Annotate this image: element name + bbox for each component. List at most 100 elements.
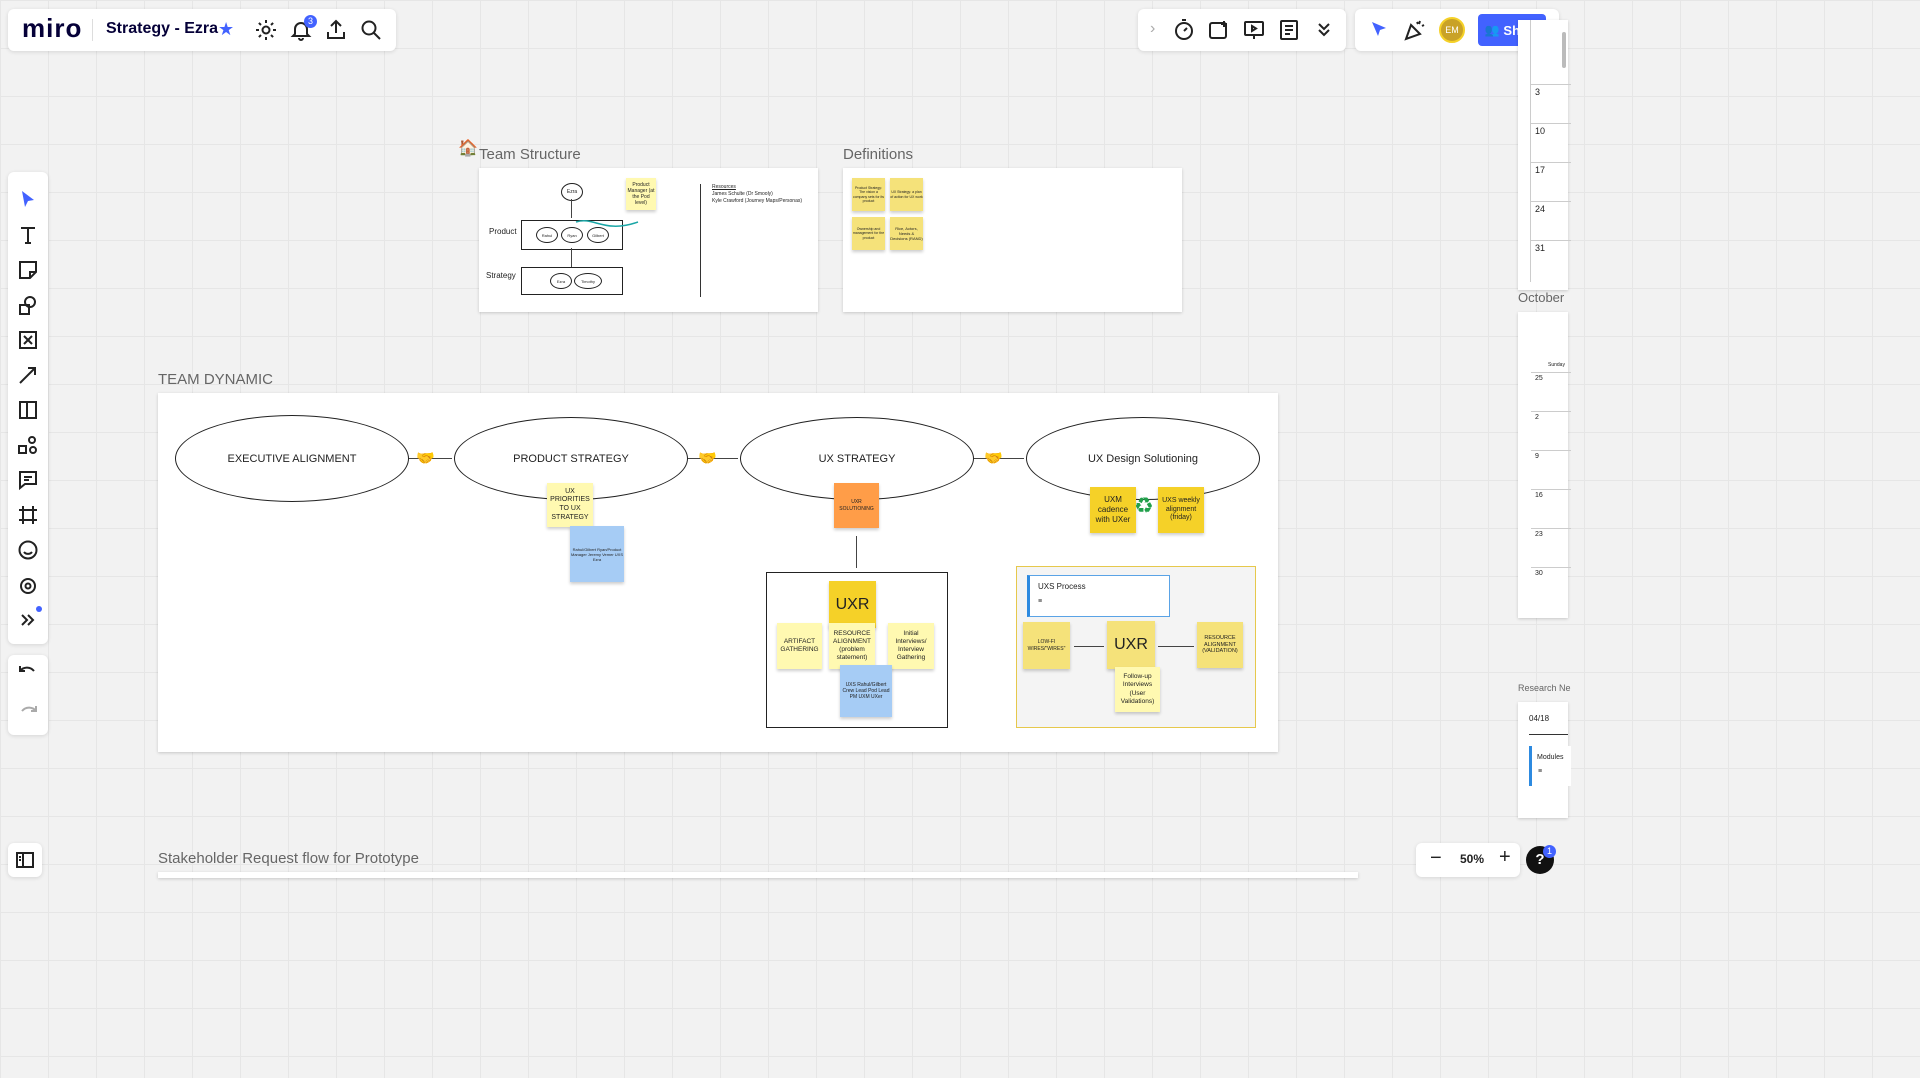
ux-design-solutioning-node[interactable]: UX Design Solutioning bbox=[1026, 417, 1260, 500]
new-badge-dot bbox=[36, 606, 42, 612]
stakeholder-frame[interactable] bbox=[158, 872, 1358, 878]
frame-x-icon[interactable] bbox=[8, 320, 48, 360]
calendar-day[interactable]: 3 bbox=[1531, 84, 1571, 123]
calendar-day[interactable]: 30 bbox=[1531, 567, 1571, 606]
integrations-icon[interactable] bbox=[8, 565, 48, 605]
research-frame-title[interactable]: Research Ne bbox=[1518, 683, 1571, 693]
recycle-icon: ♻ bbox=[1134, 493, 1154, 518]
history-toolbar bbox=[8, 655, 48, 735]
uxr-team-note[interactable]: UXS Rahul/Gilbert Crew Lead Pod Lead PM … bbox=[840, 665, 892, 717]
reactions-icon[interactable] bbox=[1199, 10, 1239, 50]
initial-interviews-sticky[interactable]: Initial Interviews/ Interview Gathering bbox=[888, 623, 934, 669]
miro-logo[interactable]: miro bbox=[22, 13, 82, 44]
uxm-cadence-sticky[interactable]: UXM cadence with UXer bbox=[1090, 487, 1136, 533]
more-tools-icon[interactable] bbox=[8, 600, 48, 640]
calendar-day[interactable]: 10 bbox=[1531, 123, 1571, 162]
resource-alignment-sticky[interactable]: RESOURCE ALIGNMENT (problem statement) bbox=[829, 623, 875, 669]
help-badge: 1 bbox=[1543, 845, 1556, 858]
uxs-process-card[interactable]: UXS Process ≡ bbox=[1027, 575, 1170, 617]
handshake-icon: 🤝 bbox=[984, 450, 1003, 467]
product-manager-sticky[interactable]: Product Manager (at the Pod level) bbox=[626, 178, 656, 210]
calendar-month-title[interactable]: October bbox=[1518, 290, 1564, 305]
settings-gear-icon[interactable] bbox=[246, 10, 286, 50]
calendar-day[interactable]: 9 bbox=[1531, 450, 1571, 489]
calendar-day[interactable]: 25 bbox=[1531, 372, 1571, 411]
ux-priorities-sticky[interactable]: UX PRIORITIES TO UX STRATEGY bbox=[547, 483, 593, 527]
cursor-follow-icon[interactable] bbox=[1360, 10, 1400, 50]
uxr-solutioning-sticky[interactable]: UXR SOLUTIONING bbox=[834, 483, 879, 528]
calendar-day[interactable]: 23 bbox=[1531, 528, 1571, 567]
export-icon[interactable] bbox=[316, 10, 356, 50]
chevron-right-icon[interactable]: › bbox=[1150, 20, 1155, 38]
teal-connector bbox=[575, 220, 639, 227]
logo-divider bbox=[92, 19, 93, 41]
more-chevron-icon[interactable] bbox=[1304, 10, 1344, 50]
sticky-note-icon[interactable] bbox=[8, 250, 48, 290]
star-icon[interactable]: ★ bbox=[218, 19, 234, 40]
select-cursor-icon[interactable] bbox=[8, 180, 48, 220]
definitions-frame[interactable]: Product Strategy: The vision a company s… bbox=[843, 168, 1182, 312]
strategy-box[interactable]: Ezra Timothy bbox=[521, 267, 623, 295]
calendar-day[interactable]: 2 bbox=[1531, 411, 1571, 450]
pod-members-note[interactable]: Rahul/Gilbert Ryan/Product Manager Jerem… bbox=[570, 526, 624, 582]
text-tool-icon[interactable] bbox=[8, 215, 48, 255]
board-title[interactable]: Strategy - Ezra bbox=[106, 20, 218, 38]
zoom-out-icon[interactable]: − bbox=[1430, 847, 1442, 870]
celebrate-icon[interactable] bbox=[1395, 10, 1435, 50]
calendar-day[interactable]: 31 bbox=[1531, 240, 1571, 279]
zoom-controls: − 50% + bbox=[1416, 843, 1520, 877]
definition-sticky[interactable]: Product Strategy: The vision a company s… bbox=[852, 178, 885, 211]
followup-interviews-sticky[interactable]: Follow-up Interviews (User Validations) bbox=[1115, 667, 1160, 712]
presentation-icon[interactable] bbox=[1234, 10, 1274, 50]
timer-icon[interactable] bbox=[1164, 10, 1204, 50]
search-icon[interactable] bbox=[351, 10, 391, 50]
notes-icon[interactable] bbox=[1269, 10, 1309, 50]
stakeholder-frame-title[interactable]: Stakeholder Request flow for Prototype bbox=[158, 850, 419, 867]
executive-alignment-node[interactable]: EXECUTIVE ALIGNMENT bbox=[175, 415, 409, 502]
research-frame[interactable]: 04/18 Modules ≡ bbox=[1518, 702, 1571, 818]
redo-icon[interactable] bbox=[8, 695, 48, 735]
team-structure-frame[interactable]: Ezra Product Rahul Ryan Gilbert Strategy… bbox=[479, 168, 818, 312]
zoom-level[interactable]: 50% bbox=[1460, 852, 1484, 866]
definitions-title[interactable]: Definitions bbox=[843, 146, 913, 163]
definition-sticky[interactable]: Rice, Actors, Needs & Decisions (RAND) bbox=[890, 217, 923, 250]
definition-sticky[interactable]: Ownership and management for the product bbox=[852, 217, 885, 250]
team-dynamic-title[interactable]: TEAM DYNAMIC bbox=[158, 371, 273, 388]
lowfi-wires-sticky[interactable]: LOW-FI WIRES/"WIRES" bbox=[1023, 622, 1070, 669]
strategy-node[interactable]: Timothy bbox=[574, 273, 602, 289]
uxs-process-box[interactable]: UXS Process ≡ LOW-FI WIRES/"WIRES" UXR R… bbox=[1016, 566, 1256, 728]
house-icon: 🏠 bbox=[458, 140, 478, 157]
crop-frame-icon[interactable] bbox=[8, 495, 48, 535]
uxr-sticky[interactable]: UXR bbox=[829, 581, 876, 628]
resource-item: James Schulte (Dr Smooly) bbox=[712, 191, 773, 197]
emoji-icon[interactable] bbox=[8, 530, 48, 570]
comment-icon[interactable] bbox=[8, 460, 48, 500]
uxr-box[interactable]: UXR ARTIFACT GATHERING RESOURCE ALIGNMEN… bbox=[766, 572, 948, 728]
definition-sticky[interactable]: UX Strategy: a plan of action for UX wor… bbox=[890, 178, 923, 211]
uxr-process-sticky[interactable]: UXR bbox=[1107, 621, 1155, 669]
strategy-node[interactable]: Ezra bbox=[550, 273, 572, 289]
zoom-in-icon[interactable]: + bbox=[1499, 846, 1511, 869]
creation-toolbar bbox=[8, 172, 48, 644]
top-node[interactable]: Ezra bbox=[561, 183, 583, 201]
resource-validation-sticky[interactable]: RESOURCE ALIGNMENT (VALIDATION) bbox=[1197, 622, 1243, 668]
team-structure-title[interactable]: Team Structure bbox=[479, 146, 581, 163]
team-dynamic-frame[interactable]: EXECUTIVE ALIGNMENT PRODUCT STRATEGY UX … bbox=[158, 393, 1278, 752]
artifact-gathering-sticky[interactable]: ARTIFACT GATHERING bbox=[777, 623, 822, 669]
uxs-weekly-sticky[interactable]: UXS weekly alignment (friday) bbox=[1158, 487, 1204, 533]
shapes-icon[interactable] bbox=[8, 285, 48, 325]
connector-line-icon[interactable] bbox=[8, 355, 48, 395]
mindmap-icon[interactable] bbox=[8, 425, 48, 465]
board-panel-toggle[interactable] bbox=[8, 843, 42, 877]
handshake-icon: 🤝 bbox=[698, 450, 717, 467]
calendar-day[interactable]: 16 bbox=[1531, 489, 1571, 528]
calendar-day[interactable]: 17 bbox=[1531, 162, 1571, 201]
sidebar-icon bbox=[5, 840, 45, 880]
undo-icon[interactable] bbox=[8, 655, 48, 695]
product-node[interactable]: Rahul bbox=[536, 227, 558, 243]
calendar-day[interactable]: 24 bbox=[1531, 201, 1571, 240]
vertical-scrollbar[interactable] bbox=[1562, 32, 1566, 68]
avatar[interactable]: EM bbox=[1439, 17, 1465, 43]
card-icon[interactable] bbox=[8, 390, 48, 430]
modules-card[interactable]: Modules ≡ bbox=[1529, 746, 1571, 786]
